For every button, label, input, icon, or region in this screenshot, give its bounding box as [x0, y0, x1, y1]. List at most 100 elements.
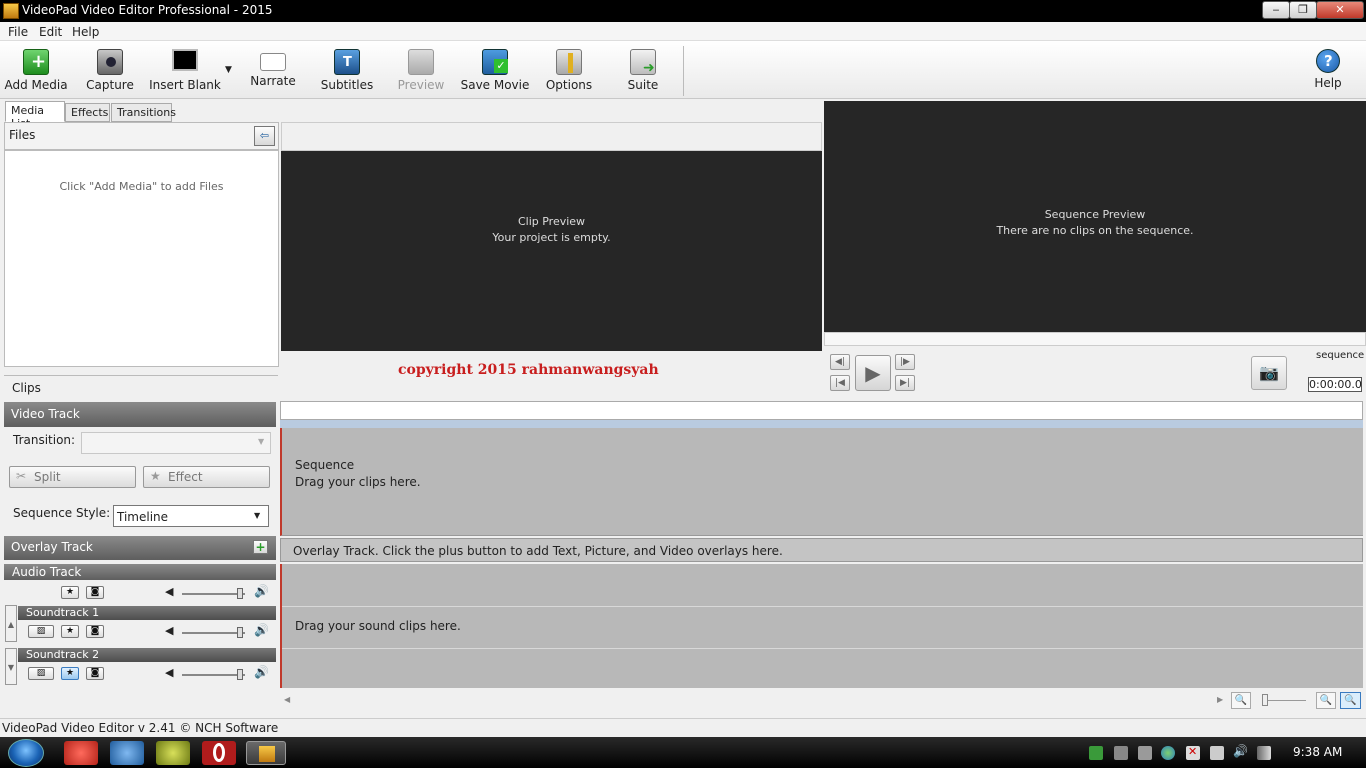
soundtrack-1-hide-icon[interactable]: ▨ — [28, 625, 54, 638]
help-icon: ? — [1316, 49, 1340, 73]
audio-mute-toggle-icon[interactable]: ◙ — [86, 586, 104, 599]
taskbar-app-1-icon[interactable] — [64, 741, 98, 765]
soundtrack-scroll-down-icon[interactable]: ▼ — [5, 648, 17, 685]
overlay-track[interactable]: Overlay Track. Click the plus button to … — [280, 538, 1363, 562]
tools-icon — [556, 49, 582, 75]
tray-display-icon[interactable] — [1114, 746, 1128, 760]
soundtrack-1-mute-icon[interactable]: ◙ — [86, 625, 104, 638]
taskbar-app-3-icon[interactable] — [156, 741, 190, 765]
soundtrack-2-hide-icon[interactable]: ▨ — [28, 667, 54, 680]
add-media-button[interactable]: + Add Media — [0, 45, 74, 97]
clip-preview-message: Your project is empty. — [492, 231, 611, 244]
audio-effects-star-icon[interactable]: ★ — [61, 586, 79, 599]
files-view-toggle-icon[interactable]: ⇦ — [254, 126, 275, 146]
go-end-icon[interactable]: ▶| — [895, 375, 915, 391]
sequence-track[interactable]: Sequence Drag your clips here. — [280, 428, 1363, 536]
audio-track-hint: Drag your sound clips here. — [295, 619, 461, 633]
zoom-fit-icon[interactable]: 🔍 — [1340, 692, 1361, 709]
subtitles-button[interactable]: T Subtitles — [309, 45, 385, 97]
overlay-track-header: Overlay Track — [4, 536, 276, 560]
transition-label: Transition: — [13, 433, 76, 447]
clips-title: Clips — [12, 381, 41, 395]
speech-bubble-icon — [260, 53, 286, 71]
split-icon: ✂ — [16, 469, 27, 483]
clip-preview-title: Clip Preview — [517, 215, 586, 228]
soundtrack-1-star-icon[interactable]: ★ — [61, 625, 79, 638]
timeline-ruler[interactable] — [280, 401, 1363, 420]
split-button[interactable]: ✂ Split — [9, 466, 136, 488]
soundtrack-1-volume-high-icon: 🔊 — [254, 623, 269, 637]
zoom-slider-thumb[interactable] — [1262, 694, 1268, 706]
soundtrack-2-mute-icon[interactable]: ◙ — [86, 667, 104, 680]
tray-power-icon[interactable] — [1210, 746, 1224, 760]
snapshot-camera-icon[interactable]: 📷 — [1251, 356, 1287, 390]
sequence-tab-label[interactable]: sequence — [1316, 350, 1364, 361]
menu-help[interactable]: Help — [72, 25, 99, 39]
clip-preview-header — [281, 122, 822, 151]
tray-action-center-flag-icon[interactable]: ✕ — [1186, 745, 1200, 760]
help-button[interactable]: ? Help — [1290, 45, 1366, 97]
taskbar-clock[interactable]: 9:38 AM — [1293, 745, 1342, 759]
tray-network-check-icon[interactable] — [1089, 746, 1103, 760]
files-list[interactable]: Click "Add Media" to add Files — [4, 150, 279, 367]
play-icon[interactable]: ▶ — [855, 355, 891, 391]
insert-blank-button[interactable]: Insert Blank — [147, 45, 223, 97]
add-overlay-plus-icon[interactable]: + — [253, 540, 268, 554]
sequence-scrub-bar[interactable] — [824, 332, 1366, 346]
black-frame-icon — [172, 49, 198, 71]
tray-volume-icon[interactable]: 🔊 — [1233, 744, 1248, 758]
step-forward-icon[interactable]: |▶ — [895, 354, 915, 370]
suite-button[interactable]: ➜ Suite — [605, 45, 681, 97]
menu-edit[interactable]: Edit — [39, 25, 62, 39]
audio-track[interactable]: Drag your sound clips here. — [280, 564, 1363, 688]
zoom-slider-track — [1264, 700, 1306, 701]
add-media-icon: + — [23, 49, 49, 75]
audio-volume-slider-thumb[interactable] — [237, 588, 243, 599]
soundtrack-1-header: Soundtrack 1 — [18, 606, 276, 620]
sequence-track-hint: Drag your clips here. — [295, 475, 421, 489]
sequence-style-dropdown[interactable]: Timeline ▼ — [113, 505, 269, 527]
audio-divider — [282, 606, 1363, 607]
sequence-preview-title: Sequence Preview — [1044, 208, 1146, 221]
tab-effects[interactable]: Effects — [65, 103, 110, 122]
zoom-in-icon[interactable]: 🔍 — [1316, 692, 1336, 709]
taskbar-app-2-icon[interactable] — [110, 741, 144, 765]
tab-media-list[interactable]: Media List — [5, 101, 65, 130]
sequence-preview: Sequence Preview There are no clips on t… — [824, 101, 1366, 332]
tray-signal-icon[interactable] — [1257, 746, 1271, 760]
soundtrack-2-star-icon[interactable]: ★ — [61, 667, 79, 680]
narrate-button[interactable]: Narrate — [235, 45, 311, 97]
preview-button[interactable]: Preview — [383, 45, 459, 97]
start-button-icon[interactable] — [8, 739, 44, 767]
maximize-button[interactable]: ❐ — [1289, 1, 1317, 19]
effect-button[interactable]: ★ Effect — [143, 466, 270, 488]
tray-globe-icon[interactable] — [1161, 746, 1175, 760]
capture-button[interactable]: Capture — [72, 45, 148, 97]
sequence-controls: ◀| |◀ ▶ |▶ ▶| 📷 sequence 0:00:00.0 — [824, 346, 1366, 396]
minimize-button[interactable]: ‒ — [1262, 1, 1290, 19]
save-movie-button[interactable]: ✓ Save Movie — [457, 45, 533, 97]
videopad-taskbar-icon[interactable] — [246, 741, 286, 765]
step-back-icon[interactable]: ◀| — [830, 354, 850, 370]
transition-dropdown[interactable]: ▼ — [81, 432, 271, 454]
menu-file[interactable]: File — [8, 25, 28, 39]
soundtrack-scroll-up-icon[interactable]: ▲ — [5, 605, 17, 642]
tray-tools-icon[interactable] — [1138, 746, 1152, 760]
zoom-out-icon[interactable]: 🔍 — [1231, 692, 1251, 709]
soundtrack-2-volume-thumb[interactable] — [237, 669, 243, 680]
soundtrack-2-header: Soundtrack 2 — [18, 648, 276, 662]
title-bar: VideoPad Video Editor Professional - 201… — [0, 0, 1366, 22]
files-empty-hint: Click "Add Media" to add Files — [59, 180, 224, 193]
scroll-right-icon[interactable]: ▶ — [1217, 695, 1223, 704]
go-start-icon[interactable]: |◀ — [830, 375, 850, 391]
audio-track-header: Audio Track — [4, 564, 276, 580]
insert-blank-dropdown-icon[interactable]: ▼ — [225, 65, 232, 75]
options-button[interactable]: Options — [531, 45, 607, 97]
soundtrack-1-volume-thumb[interactable] — [237, 627, 243, 638]
opera-browser-icon[interactable] — [202, 741, 236, 765]
files-title: Files — [9, 128, 36, 142]
close-button[interactable]: ✕ — [1316, 1, 1364, 19]
soundtrack-1-volume-low-icon: ◀ — [165, 624, 174, 637]
tab-transitions[interactable]: Transitions — [111, 103, 176, 122]
scroll-left-icon[interactable]: ◀ — [284, 695, 290, 704]
